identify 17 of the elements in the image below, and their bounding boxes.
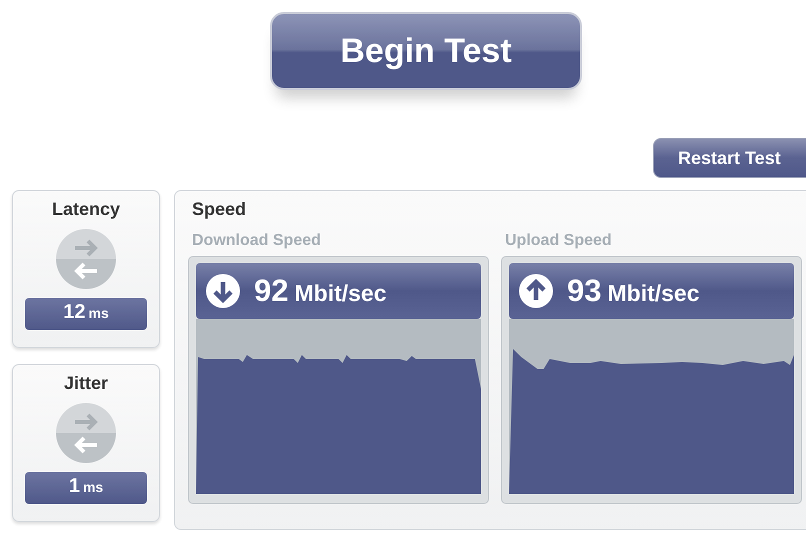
value-number: 1	[68, 475, 80, 498]
transfer-icon	[55, 228, 117, 290]
speed-unit: Mbit/sec	[294, 280, 387, 307]
restart-test-button[interactable]: Restart Test	[653, 138, 806, 178]
begin-test-button[interactable]: Begin Test	[270, 12, 582, 90]
panel-title: Speed	[192, 199, 246, 220]
gauge-label: Upload Speed	[505, 232, 612, 250]
value-unit: ms	[88, 305, 109, 321]
value-number: 12	[63, 301, 86, 324]
transfer-icon	[55, 402, 117, 464]
value-unit: ms	[82, 479, 104, 495]
speed-number: 93	[567, 273, 602, 309]
metric-label: Jitter	[64, 373, 108, 394]
gauge-label: Download Speed	[192, 232, 321, 250]
speed-number: 92	[254, 273, 288, 309]
metric-label: Latency	[52, 199, 120, 220]
speed-unit: Mbit/sec	[607, 280, 700, 307]
